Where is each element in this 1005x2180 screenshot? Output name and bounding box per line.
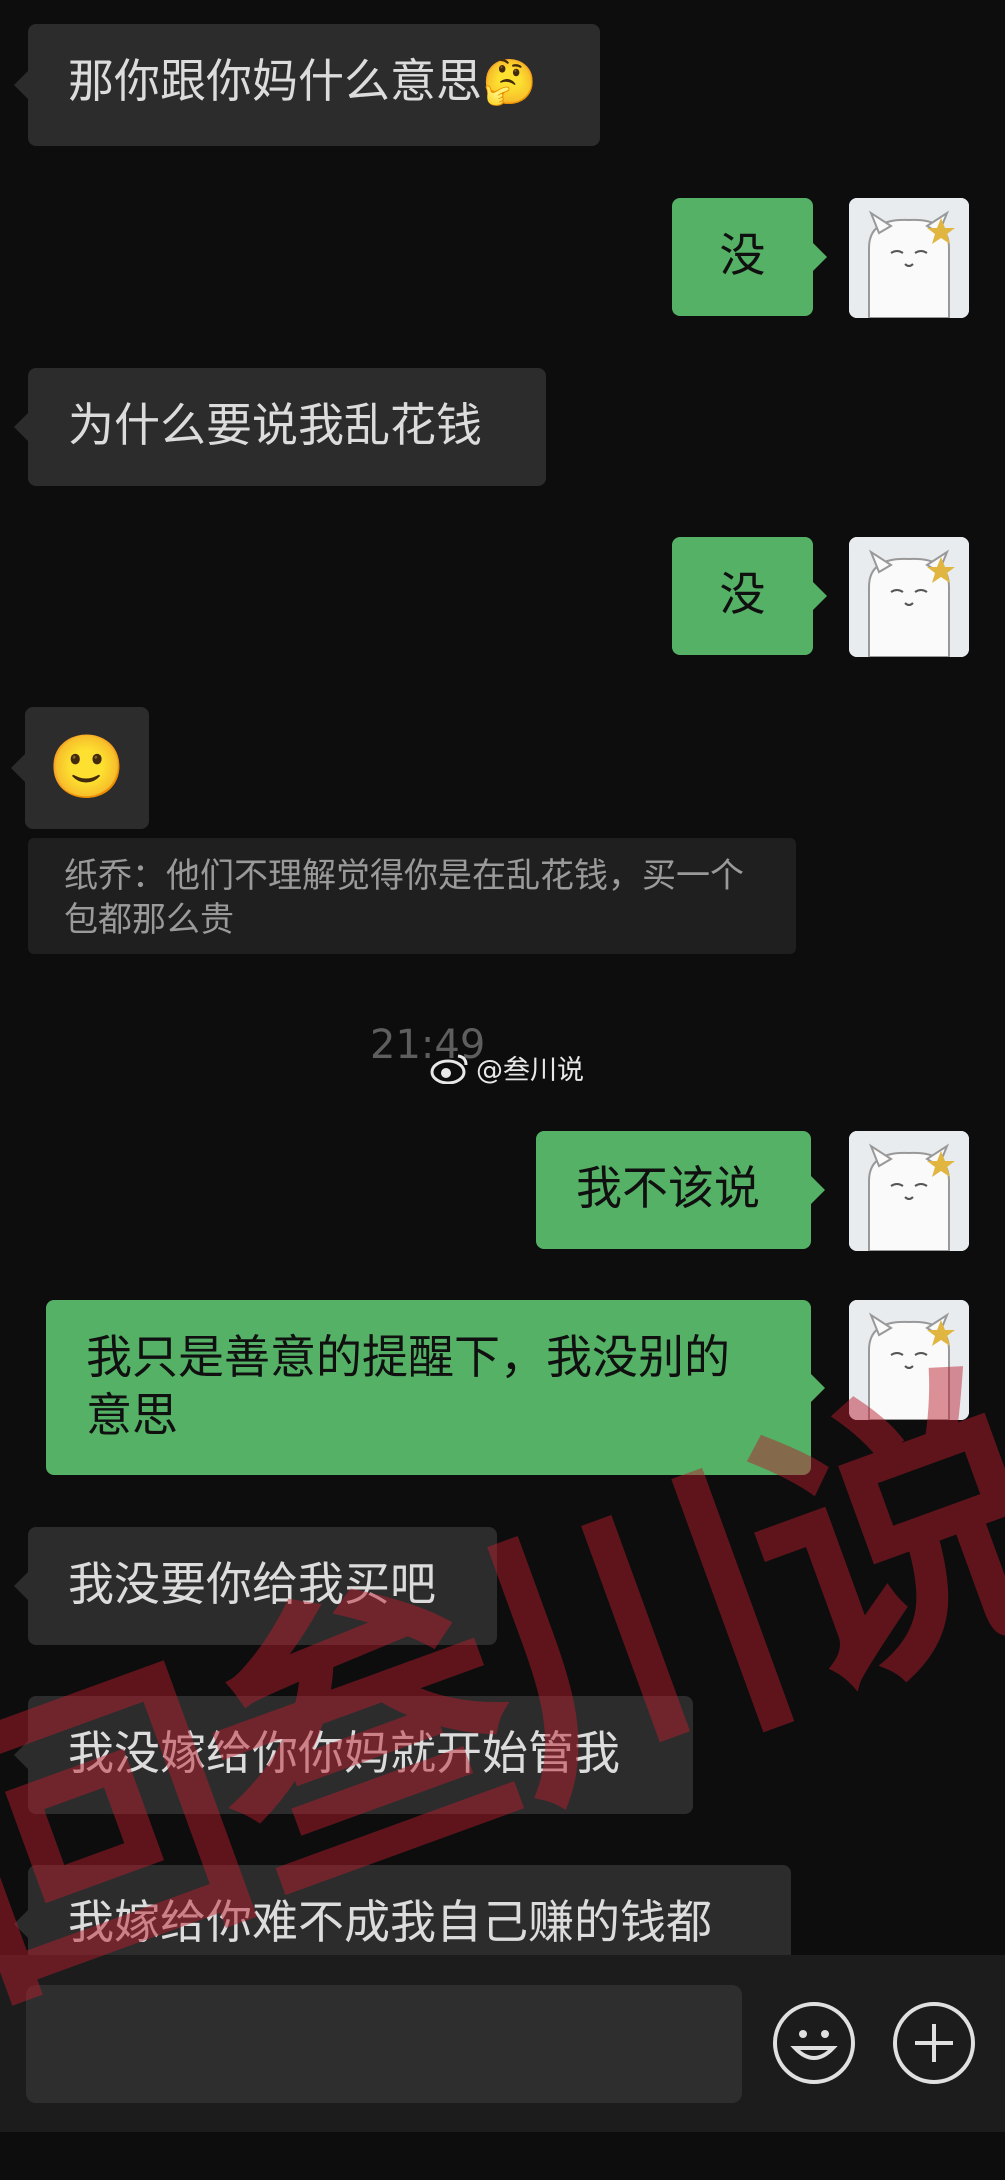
- message-bubble-outgoing[interactable]: 我只是善意的提醒下，我没别的意思: [46, 1300, 825, 1475]
- cat-avatar-icon: [849, 1300, 969, 1420]
- message-text: 为什么要说我乱花钱: [68, 398, 482, 452]
- message-bubble-incoming[interactable]: 我没嫁给你你妈就开始管我: [14, 1696, 693, 1814]
- cat-avatar-icon: [849, 198, 969, 318]
- more-button[interactable]: [893, 2002, 975, 2084]
- message-bubble-incoming[interactable]: 🙂: [11, 707, 149, 829]
- watermark-small-text: @叁川说: [476, 1055, 584, 1086]
- avatar[interactable]: [849, 537, 969, 657]
- message-bubble-incoming[interactable]: 为什么要说我乱花钱: [14, 368, 546, 486]
- smiley-face-icon: [790, 2030, 838, 2060]
- quoted-message[interactable]: 纸乔：他们不理解觉得你是在乱花钱，买一个包都那么贵: [28, 838, 796, 954]
- message-text: 没: [719, 228, 766, 282]
- message-text: 我只是善意的提醒下，我没别的意思: [86, 1330, 730, 1442]
- message-text: 我不该说: [576, 1161, 760, 1215]
- emoji-button[interactable]: [773, 2002, 855, 2084]
- cat-avatar-icon: [849, 1131, 969, 1251]
- message-text: 我没嫁给你你妈就开始管我: [68, 1726, 620, 1780]
- watermark-small: @叁川说: [430, 1048, 584, 1087]
- input-bar: [0, 1955, 1005, 2132]
- message-bubble-incoming[interactable]: 那你跟你妈什么意思🤔: [14, 24, 600, 146]
- weibo-logo-icon: [430, 1054, 468, 1084]
- smile-emoji: 🙂: [48, 730, 126, 803]
- cat-avatar-icon: [849, 537, 969, 657]
- message-bubble-outgoing[interactable]: 没: [672, 198, 827, 316]
- message-text: 我没要你给我买吧: [68, 1557, 436, 1611]
- message-text: 那你跟你妈什么意思: [68, 54, 482, 108]
- message-text: 没: [719, 567, 766, 621]
- avatar[interactable]: [849, 198, 969, 318]
- avatar[interactable]: [849, 1131, 969, 1251]
- message-bubble-outgoing[interactable]: 我不该说: [536, 1131, 825, 1249]
- thinking-emoji: 🤔: [482, 57, 537, 108]
- message-input[interactable]: [26, 1985, 742, 2103]
- avatar[interactable]: [849, 1300, 969, 1420]
- message-bubble-outgoing[interactable]: 没: [672, 537, 827, 655]
- message-text: 我嫁给你难不成我自己赚的钱都: [68, 1895, 712, 1949]
- message-bubble-incoming[interactable]: 我没要你给我买吧: [14, 1527, 497, 1645]
- plus-icon: [915, 2024, 953, 2062]
- quote-text: 纸乔：他们不理解觉得你是在乱花钱，买一个包都那么贵: [64, 856, 744, 940]
